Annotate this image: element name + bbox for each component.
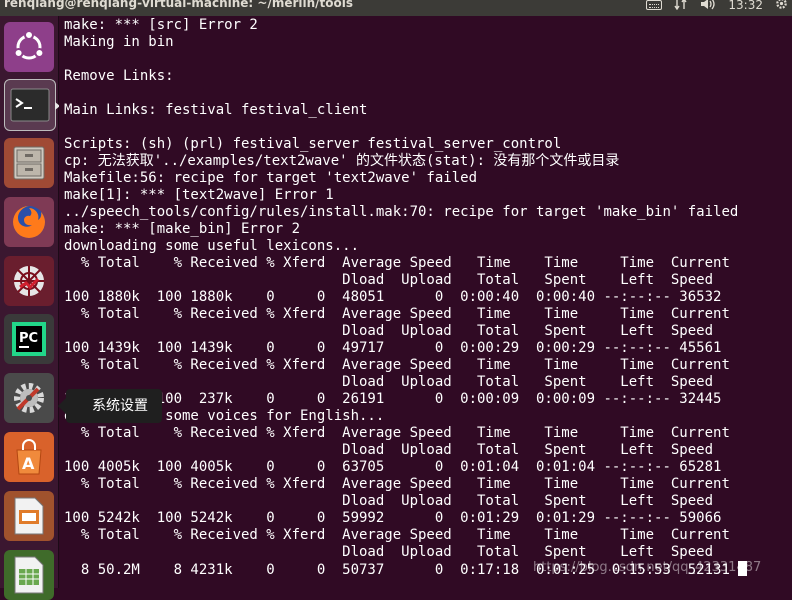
watermark-text: https://blog.csdn.net/qq_42331487 bbox=[533, 560, 762, 575]
firefox-icon[interactable] bbox=[4, 197, 54, 247]
terminal-line: cp: 无法获取'../examples/text2wave' 的文件状态(st… bbox=[64, 153, 620, 169]
terminal-line: make: *** [make_bin] Error 2 bbox=[64, 221, 301, 237]
svg-text:A: A bbox=[22, 454, 35, 473]
terminal-line: make: *** [src] Error 2 bbox=[64, 17, 258, 33]
svg-text:PC: PC bbox=[19, 331, 38, 346]
terminal-line: % Total % Received % Xferd Average Speed… bbox=[64, 357, 730, 373]
window-title: renqiang@renqiang-virtual-machine: ~/mer… bbox=[4, 0, 354, 10]
terminal-line: downloading some useful lexicons... bbox=[64, 238, 360, 254]
terminal-icon[interactable] bbox=[4, 79, 56, 131]
terminal-line: make[1]: *** [text2wave] Error 1 bbox=[64, 187, 334, 203]
spider-app-icon[interactable] bbox=[4, 256, 54, 306]
settings-gear-icon[interactable] bbox=[775, 0, 788, 13]
keyboard-icon[interactable] bbox=[646, 0, 663, 10]
pycharm-icon[interactable]: PC bbox=[4, 314, 54, 364]
launcher: PC A bbox=[0, 16, 60, 600]
software-center-icon[interactable]: A bbox=[4, 432, 54, 482]
terminal-line: % Total % Received % Xferd Average Speed… bbox=[64, 425, 730, 441]
terminal-line: % Total % Received % Xferd Average Speed… bbox=[64, 476, 730, 492]
impress-icon[interactable] bbox=[4, 491, 54, 541]
terminal-line: Dload Upload Total Spent Left Speed bbox=[64, 323, 714, 339]
terminal-window[interactable]: make: *** [src] Error 2 Making in bin Re… bbox=[59, 16, 792, 588]
terminal-line: Remove Links: bbox=[64, 68, 174, 84]
volume-icon[interactable] bbox=[700, 0, 716, 13]
files-cabinet-icon[interactable] bbox=[4, 138, 54, 188]
terminal-line: 100 1880k 100 1880k 0 0 48051 0 0:00:40 … bbox=[64, 289, 722, 305]
terminal-line: Making in bin bbox=[64, 34, 174, 50]
terminal-line: 100 4005k 100 4005k 0 0 63705 0 0:01:04 … bbox=[64, 459, 722, 475]
launcher-tooltip: 系统设置 bbox=[58, 389, 162, 423]
terminal-line: 100 1439k 100 1439k 0 0 49717 0 0:00:29 … bbox=[64, 340, 722, 356]
terminal-output: make: *** [src] Error 2 Making in bin Re… bbox=[59, 16, 792, 579]
terminal-line: Makefile:56: recipe for target 'text2wav… bbox=[64, 170, 478, 186]
clock-text[interactable]: 13:32 bbox=[728, 0, 763, 12]
terminal-line: Dload Upload Total Spent Left Speed bbox=[64, 493, 714, 509]
input-sort-icon[interactable] bbox=[674, 0, 688, 13]
terminal-line: 100 5242k 100 5242k 0 0 59992 0 0:01:29 … bbox=[64, 510, 722, 526]
terminal-line: Main Links: festival festival_client bbox=[64, 102, 368, 118]
terminal-line: % Total % Received % Xferd Average Speed… bbox=[64, 255, 730, 271]
terminal-line: ../speech_tools/config/rules/install.mak… bbox=[64, 204, 739, 220]
system-settings-icon[interactable] bbox=[4, 373, 54, 423]
terminal-line: % Total % Received % Xferd Average Speed… bbox=[64, 306, 730, 322]
terminal-line: % Total % Received % Xferd Average Speed… bbox=[64, 527, 730, 543]
terminal-line: 100 237k 100 237k 0 0 26191 0 0:00:09 0:… bbox=[64, 391, 722, 407]
terminal-line: Dload Upload Total Spent Left Speed bbox=[64, 544, 714, 560]
terminal-line: Dload Upload Total Spent Left Speed bbox=[64, 272, 714, 288]
panel-indicators: 13:32 bbox=[646, 0, 788, 13]
ubuntu-dash-icon[interactable] bbox=[4, 22, 54, 72]
calc-icon[interactable] bbox=[4, 550, 54, 600]
terminal-line: Dload Upload Total Spent Left Speed bbox=[64, 442, 714, 458]
terminal-line: Scripts: (sh) (prl) festival_server fest… bbox=[64, 136, 562, 152]
terminal-line: Dload Upload Total Spent Left Speed bbox=[64, 374, 714, 390]
top-panel: renqiang@renqiang-virtual-machine: ~/mer… bbox=[0, 0, 792, 16]
